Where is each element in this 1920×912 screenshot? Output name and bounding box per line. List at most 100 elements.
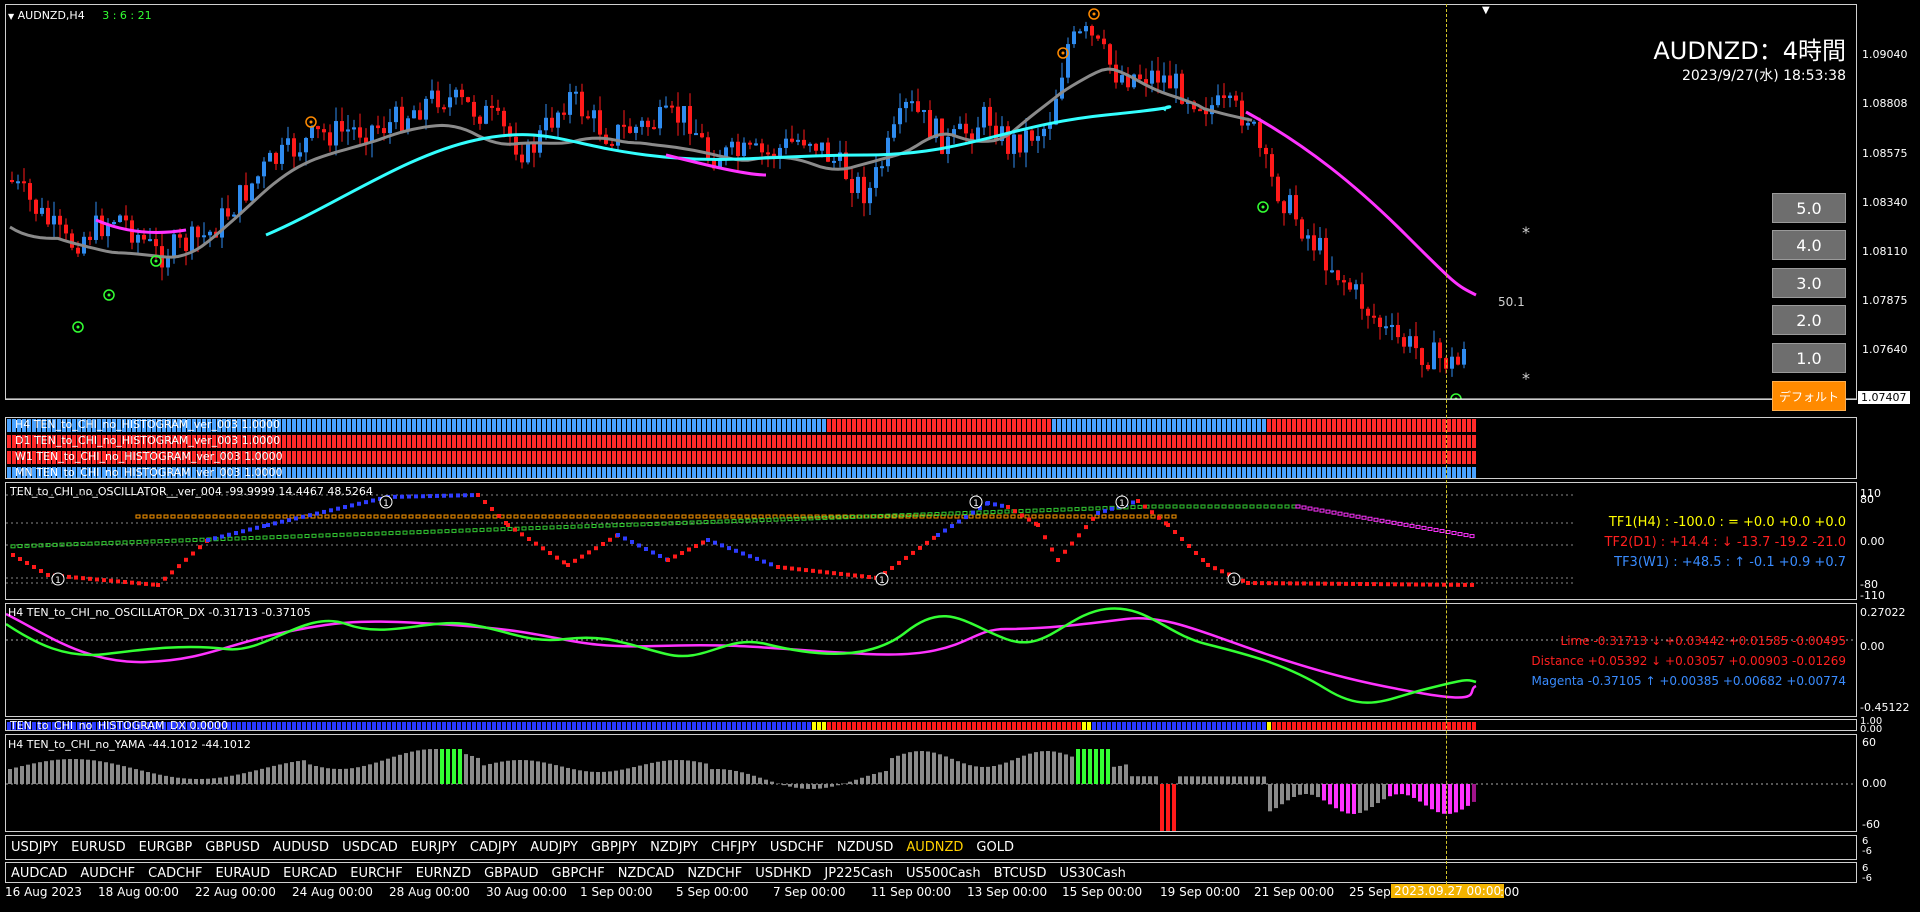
osc-dot-orange: [254, 514, 260, 519]
histogram-panel[interactable]: H4 TEN_to_CHI_no_HISTOGRAM_ver_003 1.000…: [5, 417, 1857, 479]
yama-bar: [986, 766, 990, 784]
histogram-cell: [1077, 419, 1081, 432]
yama-bar: [458, 749, 462, 784]
symbol-audusd[interactable]: AUDUSD: [273, 840, 329, 855]
symbol-usdcad[interactable]: USDCAD: [342, 840, 398, 855]
histogram-cell: [872, 467, 876, 478]
yama-bar: [230, 775, 234, 784]
symbol-jp225cash[interactable]: JP225Cash: [824, 866, 893, 881]
histogram-cell: [757, 435, 761, 448]
histogram-cell: [1372, 419, 1376, 432]
symbol-audcad[interactable]: AUDCAD: [11, 866, 67, 881]
histogram-cell: [1437, 467, 1441, 478]
symbol-audnzd[interactable]: AUDNZD: [906, 840, 963, 855]
scale-button-2[interactable]: 2.0: [1772, 305, 1846, 335]
histogram-cell: [542, 467, 546, 478]
candle-body: [742, 142, 746, 156]
osc-dot-orange: [1171, 514, 1177, 519]
oscillator-pane[interactable]: 111111 TEN_to_CHI_no_OSCILLATOR__ver_004…: [5, 482, 1857, 600]
histogram-cell: [692, 467, 696, 478]
osc-dot: [184, 557, 188, 562]
osc-dot: [248, 527, 252, 532]
histogram-cell: [957, 451, 961, 464]
symbol-usdhkd[interactable]: USDHKD: [755, 866, 811, 881]
histogram-dx-cell: [742, 722, 746, 730]
candlestick-chart[interactable]: [6, 5, 1857, 400]
symbol-cadjpy[interactable]: CADJPY: [470, 840, 517, 855]
histogram-cell: [747, 451, 751, 464]
symbol-cadchf[interactable]: CADCHF: [148, 866, 202, 881]
histogram-cell: [1042, 419, 1046, 432]
histogram-dx-cell: [1007, 722, 1011, 730]
symbol-euraud[interactable]: EURAUD: [215, 866, 270, 881]
osc-dot: [109, 578, 113, 583]
scale-button-5[interactable]: 5.0: [1772, 193, 1846, 223]
yama-bar: [1280, 784, 1284, 805]
osc-dot-green: [255, 535, 261, 540]
histogram-dx-cell: [1317, 722, 1321, 730]
osc-dot-green: [80, 541, 86, 546]
symbol-nzdchf[interactable]: NZDCHF: [687, 866, 742, 881]
symbol-eurnzd[interactable]: EURNZD: [416, 866, 471, 881]
symbol-audchf[interactable]: AUDCHF: [80, 866, 135, 881]
main-chart-pane[interactable]: ▼ AUDNZD,H4 3 : 6 : 21 AUDNZD：4時間 2023/9…: [5, 4, 1857, 400]
symbol-switcher-row-2[interactable]: AUDCAD AUDCHF CADCHF EURAUD EURCAD EURCHF EURN…: [5, 862, 1857, 883]
histogram-cell: [1292, 435, 1296, 448]
osc-dot-green: [437, 529, 443, 534]
candle-body: [250, 183, 254, 201]
histogram-dx-cell: [387, 722, 391, 730]
signal-marker-dot: [1261, 205, 1265, 209]
histogram-dx-cell: [322, 722, 326, 730]
scale-button-3[interactable]: 3.0: [1772, 268, 1846, 298]
symbol-eurjpy[interactable]: EURJPY: [411, 840, 457, 855]
histogram-cell: [497, 467, 501, 478]
symbol-gbpjpy[interactable]: GBPJPY: [591, 840, 637, 855]
symbol-chfjpy[interactable]: CHFJPY: [711, 840, 757, 855]
histogram-cell: [717, 435, 721, 448]
yama-bar: [1046, 751, 1050, 784]
histogram-dx-cell: [1447, 722, 1451, 730]
symbol-gbpaud[interactable]: GBPAUD: [484, 866, 538, 881]
candle-body: [1150, 70, 1154, 84]
symbol-nzdusd[interactable]: NZDUSD: [837, 840, 893, 855]
oscillator-dx-pane[interactable]: H4 TEN_to_CHI_no_OSCILLATOR_DX -0.31713 …: [5, 603, 1857, 717]
osc-dot: [32, 565, 36, 569]
symbol-eurgbp[interactable]: EURGBP: [139, 840, 193, 855]
symbol-us30cash[interactable]: US30Cash: [1060, 866, 1126, 881]
histogram-cell: [7, 419, 11, 432]
histogram-dx-cell: [642, 722, 646, 730]
histogram-cell: [562, 467, 566, 478]
histogram-cell: [917, 419, 921, 432]
candle-body: [616, 124, 620, 146]
symbol-switcher-row-1[interactable]: USDJPY EURUSD EURGBP GBPUSD AUDUSD USDCAD EURJ…: [5, 835, 1857, 860]
symbol-gbpchf[interactable]: GBPCHF: [552, 866, 605, 881]
scale-button-1[interactable]: 1.0: [1772, 343, 1846, 373]
symbol-eurcad[interactable]: EURCAD: [283, 866, 337, 881]
default-button[interactable]: デフォルト: [1772, 381, 1846, 411]
yama-pane[interactable]: H4 TEN_to_CHI_no_YAMA -44.1012 -44.1012: [5, 734, 1857, 832]
dx-axis-label: 0.27022: [1860, 606, 1906, 619]
osc-dot-orange: [758, 514, 764, 519]
symbol-nzdcad[interactable]: NZDCAD: [618, 866, 675, 881]
symbol-us500cash[interactable]: US500Cash: [906, 866, 981, 881]
histogram-cell: [1467, 435, 1471, 448]
histogram-cell: [572, 435, 576, 448]
histogram-cell: [1092, 467, 1096, 478]
symbol-gbpusd[interactable]: GBPUSD: [205, 840, 260, 855]
histogram-cell: [1377, 435, 1381, 448]
symbol-btcusd[interactable]: BTCUSD: [994, 866, 1047, 881]
histogram-cell: [557, 419, 561, 432]
symbol-usdjpy[interactable]: USDJPY: [11, 840, 58, 855]
histogram-dx-pane[interactable]: TEN_to_CHI_no_HISTOGRAM_DX 0.0000: [5, 719, 1857, 731]
osc-dot: [755, 556, 759, 561]
symbol-usdchf[interactable]: USDCHF: [770, 840, 824, 855]
symbol-audjpy[interactable]: AUDJPY: [530, 840, 578, 855]
symbol-eurusd[interactable]: EURUSD: [71, 840, 126, 855]
symbol-nzdjpy[interactable]: NZDJPY: [650, 840, 698, 855]
dropdown-triangle-icon[interactable]: ▼: [8, 12, 14, 21]
histogram-cell: [1377, 467, 1381, 478]
scale-button-4[interactable]: 4.0: [1772, 230, 1846, 260]
yama-bar: [506, 760, 510, 784]
symbol-eurchf[interactable]: EURCHF: [350, 866, 402, 881]
symbol-gold[interactable]: GOLD: [976, 840, 1014, 855]
